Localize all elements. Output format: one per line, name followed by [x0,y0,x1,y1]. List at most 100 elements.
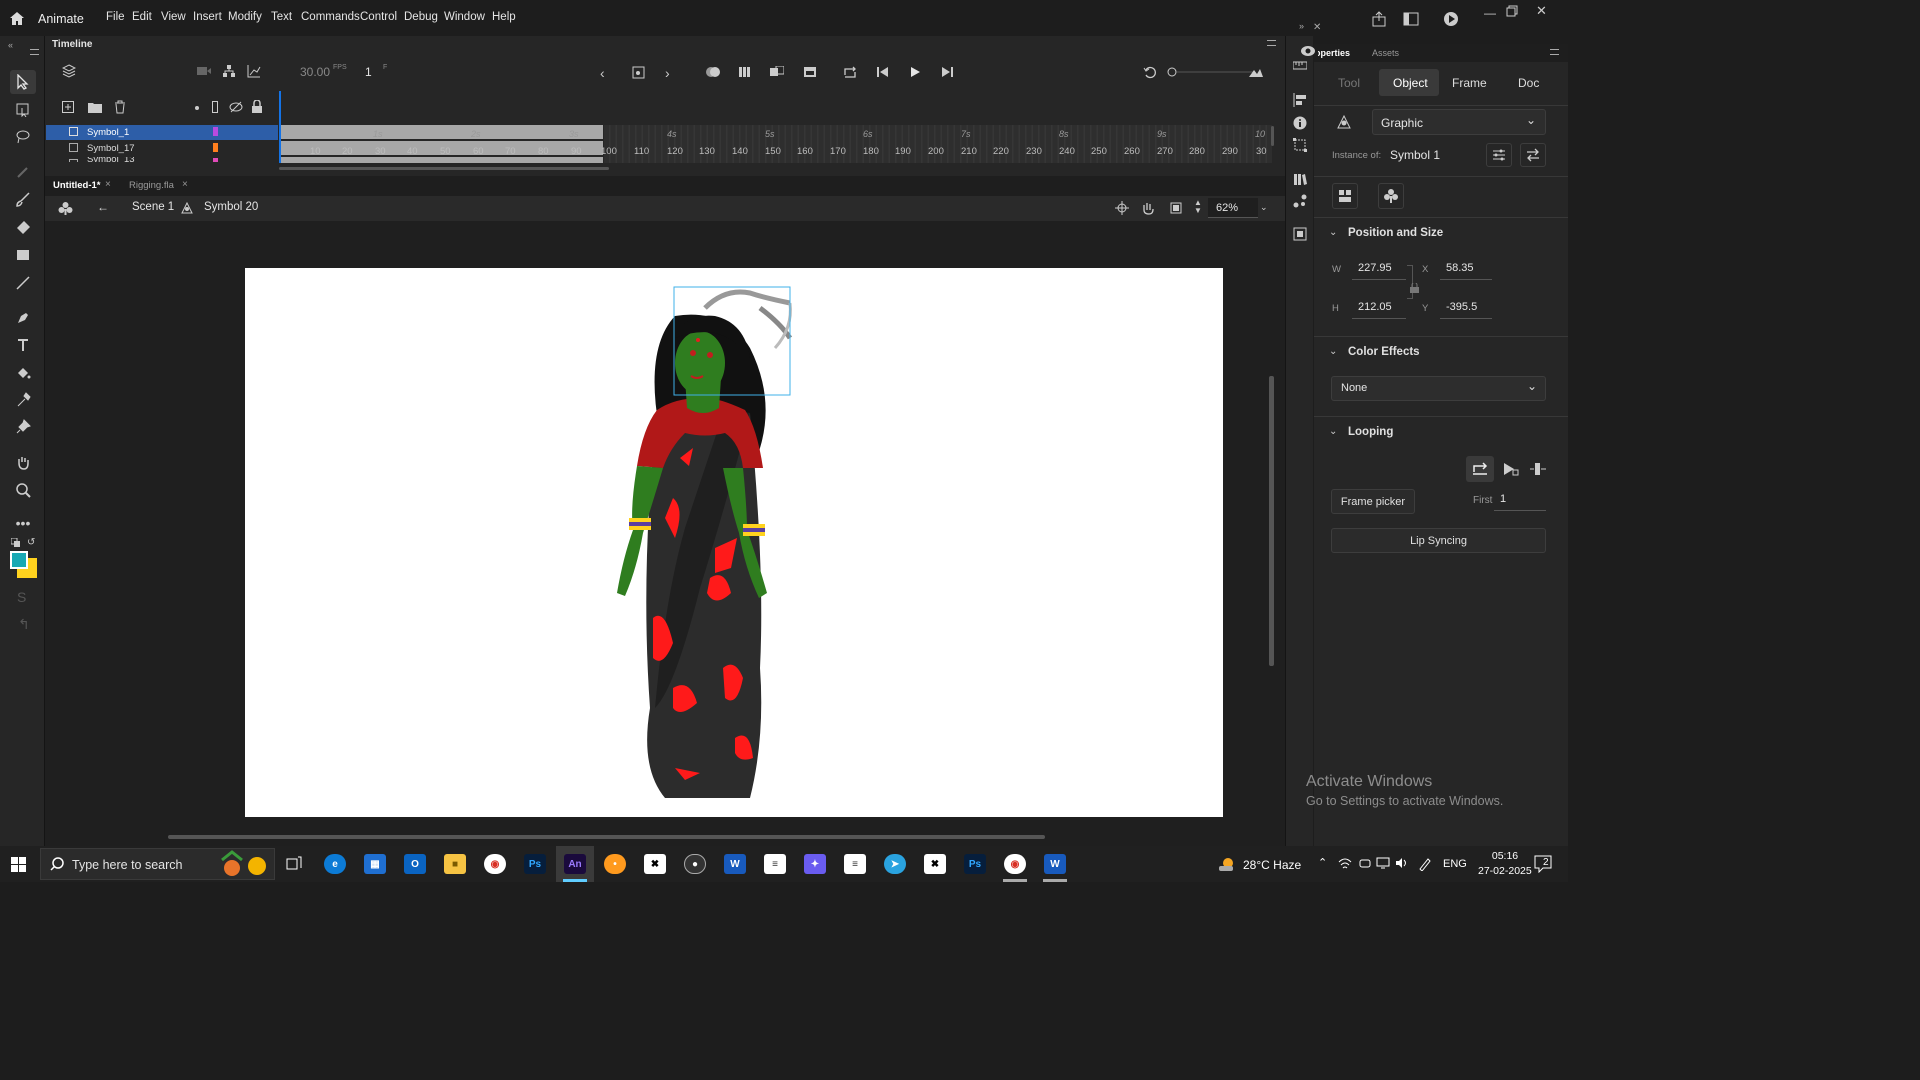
layer-name[interactable]: Symbol_17 [87,143,135,154]
weather-icon[interactable] [1218,856,1236,872]
layer-color[interactable] [213,127,218,136]
insert-blank-icon[interactable] [803,66,817,78]
word-icon[interactable]: W [1044,854,1066,874]
notepad-icon[interactable]: ≡ [764,854,786,874]
loop-icon[interactable] [843,66,857,78]
y-input[interactable]: -395.5 [1440,297,1492,319]
scene-breadcrumb[interactable]: Scene 1 [132,201,174,213]
line-tool-icon[interactable] [10,271,36,295]
panel-menu-icon[interactable] [30,49,39,55]
play-icon[interactable] [909,66,921,78]
weather-text[interactable]: 28°C Haze [1243,858,1301,872]
menu-insert[interactable]: Insert [193,11,222,23]
hide-all-icon[interactable] [229,101,243,113]
create-tween-icon[interactable] [770,66,784,78]
rotate-stage-icon[interactable] [1141,201,1155,215]
close-button[interactable]: ✕ [1536,3,1547,19]
test-movie-icon[interactable] [1443,11,1459,27]
swap-colors-icon[interactable]: ↺ [27,537,35,548]
position-size-title[interactable]: Position and Size [1348,227,1443,239]
default-colors-icon[interactable] [11,538,21,548]
symbol-breadcrumb[interactable]: Symbol 20 [204,201,258,213]
edit-instance-button[interactable] [1486,143,1512,167]
tab-untitled[interactable]: Untitled-1* [53,180,101,191]
edit-multiple-frames-icon[interactable] [738,66,752,78]
lock-ratio-icon[interactable] [1410,283,1419,293]
store-icon[interactable]: ▦ [364,854,386,874]
transform-panel-icon[interactable] [1293,138,1307,152]
copilot-icon[interactable]: ✦ [804,854,826,874]
stage-vertical-scrollbar[interactable] [1269,376,1274,666]
edge-icon[interactable]: e [324,854,346,874]
empty-frames[interactable] [604,125,1272,163]
x-input[interactable]: 58.35 [1440,258,1492,280]
volume-icon[interactable] [1395,857,1409,869]
reset-zoom-icon[interactable] [1143,65,1157,79]
paint-bucket-tool-icon[interactable] [10,361,36,385]
layer-name[interactable]: Symbol_1 [87,127,129,138]
step-forward-icon[interactable] [941,66,953,78]
highlight-dot-icon[interactable] [195,106,199,110]
subtab-tool[interactable]: Tool [1338,76,1360,90]
windows-start-icon[interactable] [11,857,27,873]
language-indicator[interactable]: ENG [1443,858,1467,870]
play-once-button[interactable] [1496,456,1524,482]
timeline-zoom-slider[interactable] [1167,67,1257,77]
break-apart-button[interactable] [1332,183,1358,209]
color-effects-title[interactable]: Color Effects [1348,346,1420,358]
maximize-button[interactable] [1506,5,1518,17]
fill-color-swatch[interactable] [10,551,28,569]
expand-panels-icon[interactable]: » [1299,21,1304,31]
menu-commands[interactable]: Commands [301,11,360,23]
step-back-icon[interactable] [877,66,889,78]
fps-value[interactable]: 30.00 [300,65,330,79]
lasso-tool-icon[interactable] [10,125,36,149]
minimize-button[interactable]: — [1484,6,1496,20]
timeline-vertical-scrollbar[interactable] [1271,126,1274,146]
character-artwork[interactable] [245,268,1223,817]
eraser-tool-icon[interactable] [10,215,36,239]
onion-skin-icon[interactable] [705,66,721,78]
swap-symbol-button[interactable] [1520,143,1546,167]
layer-color[interactable] [213,143,218,152]
library-panel-icon[interactable] [1293,172,1307,186]
stage-canvas[interactable] [245,268,1223,817]
menu-help[interactable]: Help [492,11,516,23]
menu-control[interactable]: Control [360,11,397,23]
zoom-input[interactable]: 62% [1208,198,1258,218]
chrome-icon[interactable]: ◉ [484,854,506,874]
share-icon[interactable] [1371,11,1387,27]
menu-edit[interactable]: Edit [132,11,152,23]
edit-symbol-button[interactable] [1378,183,1404,209]
lock-all-icon[interactable] [251,100,263,114]
timeline-horizontal-scrollbar[interactable] [279,167,609,170]
collapse-icon[interactable]: « [8,40,13,50]
workspace-icon[interactable] [1403,12,1419,26]
outline-icon[interactable] [212,101,218,113]
clock-date[interactable]: 27-02-2025 [1478,865,1532,877]
new-folder-icon[interactable] [88,101,102,113]
file-explorer-icon[interactable]: ■ [444,854,466,874]
zoom-stepper-icon[interactable]: ▲ ▼ [1194,199,1202,215]
timeline-zoom-icon[interactable] [1248,66,1264,78]
clip-stage-icon[interactable] [1169,201,1183,215]
width-input[interactable]: 227.95 [1352,258,1406,280]
menu-window[interactable]: Window [444,11,485,23]
parenting-icon[interactable] [222,64,236,78]
new-layer-icon[interactable] [62,101,74,113]
edit-symbols-icon[interactable] [58,201,73,215]
word-icon[interactable]: W [724,854,746,874]
photoshop-icon[interactable]: Ps [964,854,986,874]
properties-menu-icon[interactable] [1550,49,1559,55]
animate-icon[interactable]: An [564,854,586,874]
stage-horizontal-scrollbar[interactable] [168,835,1045,839]
zoom-dropdown-icon[interactable]: ⌄ [1260,202,1268,213]
subtab-frame[interactable]: Frame [1452,76,1487,90]
layer-name[interactable]: Symbol_13 [87,157,135,162]
collapse-chevron-icon[interactable]: ⌄ [1329,426,1337,437]
brush-tool-icon[interactable] [10,187,36,211]
eyedropper-tool-icon[interactable] [10,388,36,412]
capcut-icon[interactable]: ✖ [924,854,946,874]
subtab-doc[interactable]: Doc [1518,76,1539,90]
more-tools-icon[interactable]: ••• [10,511,36,535]
